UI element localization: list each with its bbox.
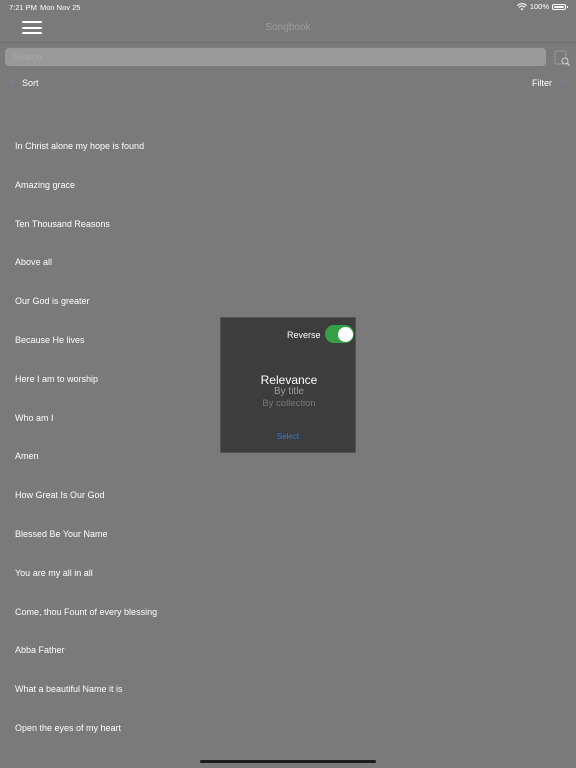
sort-button[interactable]: ⇅ Sort bbox=[8, 78, 39, 88]
picker-option-relevance[interactable]: Relevance bbox=[221, 374, 357, 386]
navigation-bar: Songbook bbox=[0, 14, 576, 43]
sort-label: Sort bbox=[22, 78, 39, 88]
list-item[interactable]: Abba Father bbox=[0, 631, 576, 670]
status-bar: 7:21 PM Mon Nov 25 100% bbox=[0, 0, 576, 14]
status-date: Mon Nov 25 bbox=[40, 3, 81, 12]
status-indicators: 100% bbox=[516, 2, 568, 11]
list-item[interactable]: Amazing grace bbox=[0, 166, 576, 205]
list-item[interactable]: Blessed Be Your Name bbox=[0, 515, 576, 554]
status-time: 7:21 PM bbox=[9, 3, 37, 12]
search-row bbox=[0, 44, 576, 70]
picker-option-by-collection[interactable]: By collection bbox=[221, 398, 357, 409]
list-item[interactable]: Ten Thousand Reasons bbox=[0, 205, 576, 244]
page-title: Songbook bbox=[265, 22, 311, 33]
sort-picker[interactable]: Relevance By title By collection bbox=[221, 374, 357, 414]
wifi-icon bbox=[516, 2, 527, 11]
sort-arrows-icon: ⇅ bbox=[8, 78, 16, 88]
toggle-knob bbox=[337, 326, 353, 342]
list-item[interactable]: You are my all in all bbox=[0, 554, 576, 593]
document-search-icon[interactable] bbox=[553, 49, 571, 67]
reverse-label: Reverse bbox=[287, 330, 321, 340]
home-indicator[interactable] bbox=[200, 760, 376, 763]
select-button[interactable]: Select bbox=[221, 432, 355, 441]
list-item[interactable]: In Christ alone my hope is found bbox=[0, 127, 576, 166]
battery-icon bbox=[552, 3, 568, 10]
filter-icon bbox=[558, 79, 568, 87]
filter-button[interactable]: Filter bbox=[532, 78, 568, 88]
reverse-toggle[interactable] bbox=[325, 325, 354, 343]
list-item[interactable]: Above all bbox=[0, 243, 576, 282]
sort-popup: Reverse Relevance By title By collection… bbox=[220, 317, 356, 453]
battery-percentage: 100% bbox=[529, 2, 549, 11]
search-input[interactable] bbox=[5, 48, 546, 66]
list-item[interactable]: What a beautiful Name it is bbox=[0, 670, 576, 709]
picker-option-by-title[interactable]: By title bbox=[221, 386, 357, 398]
list-item[interactable]: Open the eyes of my heart bbox=[0, 709, 576, 748]
list-item[interactable]: Come, thou Fount of every blessing bbox=[0, 593, 576, 632]
sort-filter-row: ⇅ Sort Filter bbox=[0, 76, 576, 92]
list-item[interactable]: Our God is greater bbox=[0, 282, 576, 321]
filter-label: Filter bbox=[532, 78, 552, 88]
list-item[interactable]: How Great Is Our God bbox=[0, 476, 576, 515]
